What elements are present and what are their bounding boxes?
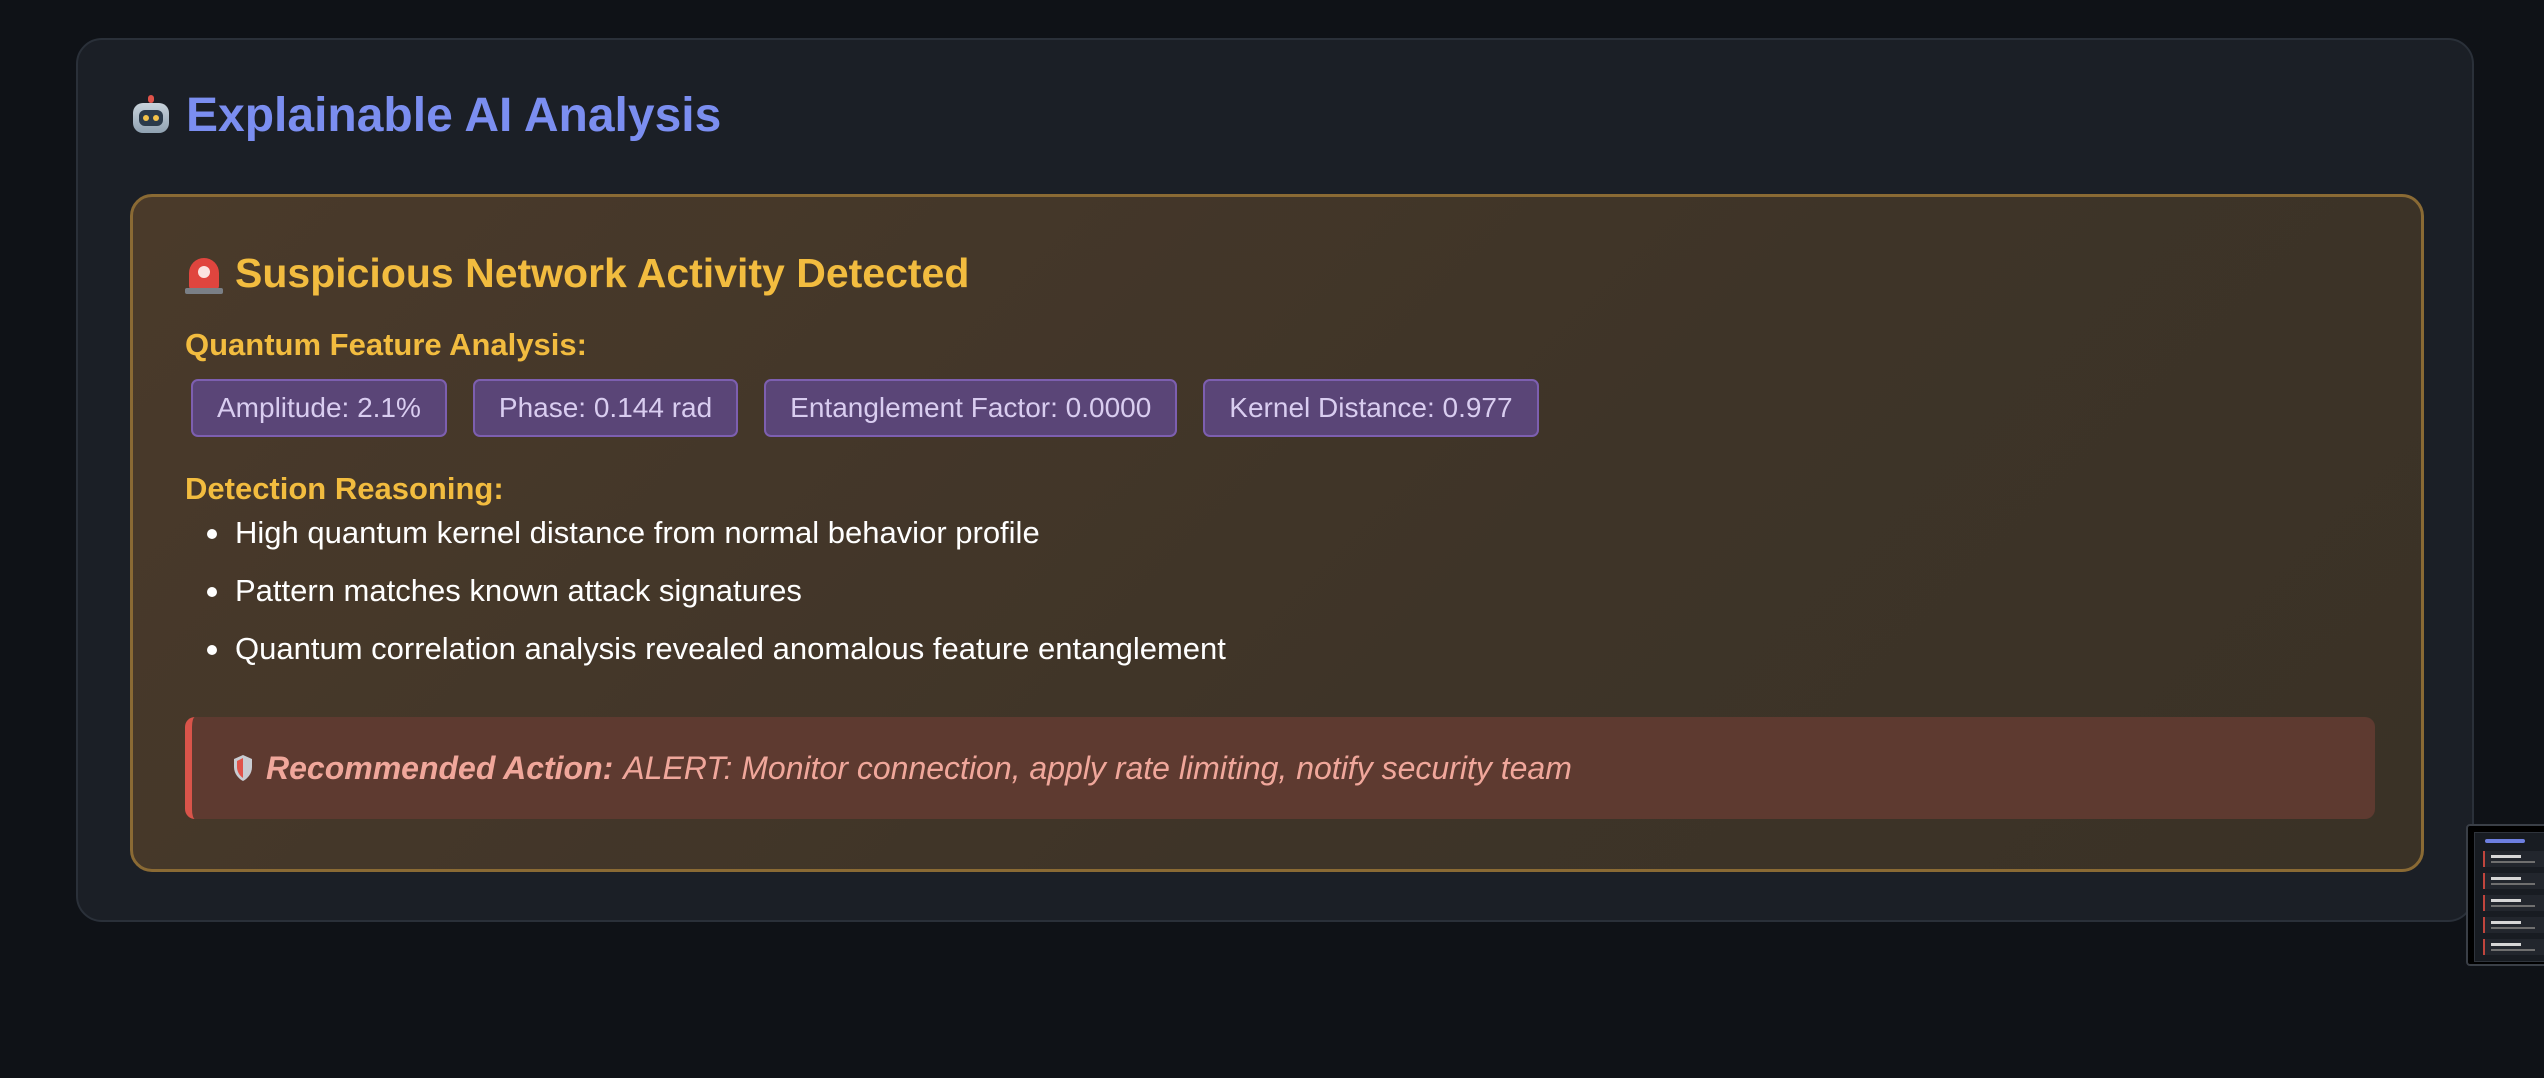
- list-item: High quantum kernel distance from normal…: [185, 517, 1226, 575]
- panel-title: Explainable AI Analysis: [130, 92, 721, 140]
- feature-chip-phase: Phase: 0.144 rad: [472, 379, 739, 437]
- feature-chip-amplitude: Amplitude: 2.1%: [191, 379, 447, 437]
- list-item: Pattern matches known attack signatures: [185, 575, 1226, 633]
- feature-chip-entanglement: Entanglement Factor: 0.0000: [764, 379, 1178, 437]
- alert-card: Suspicious Network Activity Detected Qua…: [130, 194, 2424, 872]
- minimap-thumbnail[interactable]: [2466, 824, 2544, 966]
- list-item: Quantum correlation analysis revealed an…: [185, 633, 1226, 691]
- alert-title: Suspicious Network Activity Detected: [185, 253, 969, 294]
- xai-analysis-panel: Explainable AI Analysis Suspicious Netwo…: [76, 38, 2474, 922]
- features-label: Quantum Feature Analysis:: [185, 327, 587, 362]
- alert-title-text: Suspicious Network Activity Detected: [235, 250, 970, 296]
- siren-icon: [185, 254, 223, 294]
- minimap-content: [2474, 832, 2544, 962]
- panel-title-text: Explainable AI Analysis: [186, 89, 722, 142]
- recommended-action-box: Recommended Action: ALERT: Monitor conne…: [185, 717, 2375, 819]
- shield-icon: [232, 754, 254, 782]
- reasoning-label: Detection Reasoning:: [185, 471, 504, 506]
- robot-icon: [130, 95, 172, 137]
- action-label: Recommended Action:: [266, 749, 614, 786]
- feature-chips: Amplitude: 2.1% Phase: 0.144 rad Entangl…: [191, 379, 1539, 437]
- feature-chip-kernel-distance: Kernel Distance: 0.977: [1203, 379, 1539, 437]
- reasoning-list: High quantum kernel distance from normal…: [185, 517, 1226, 691]
- action-text: ALERT: Monitor connection, apply rate li…: [623, 749, 1572, 786]
